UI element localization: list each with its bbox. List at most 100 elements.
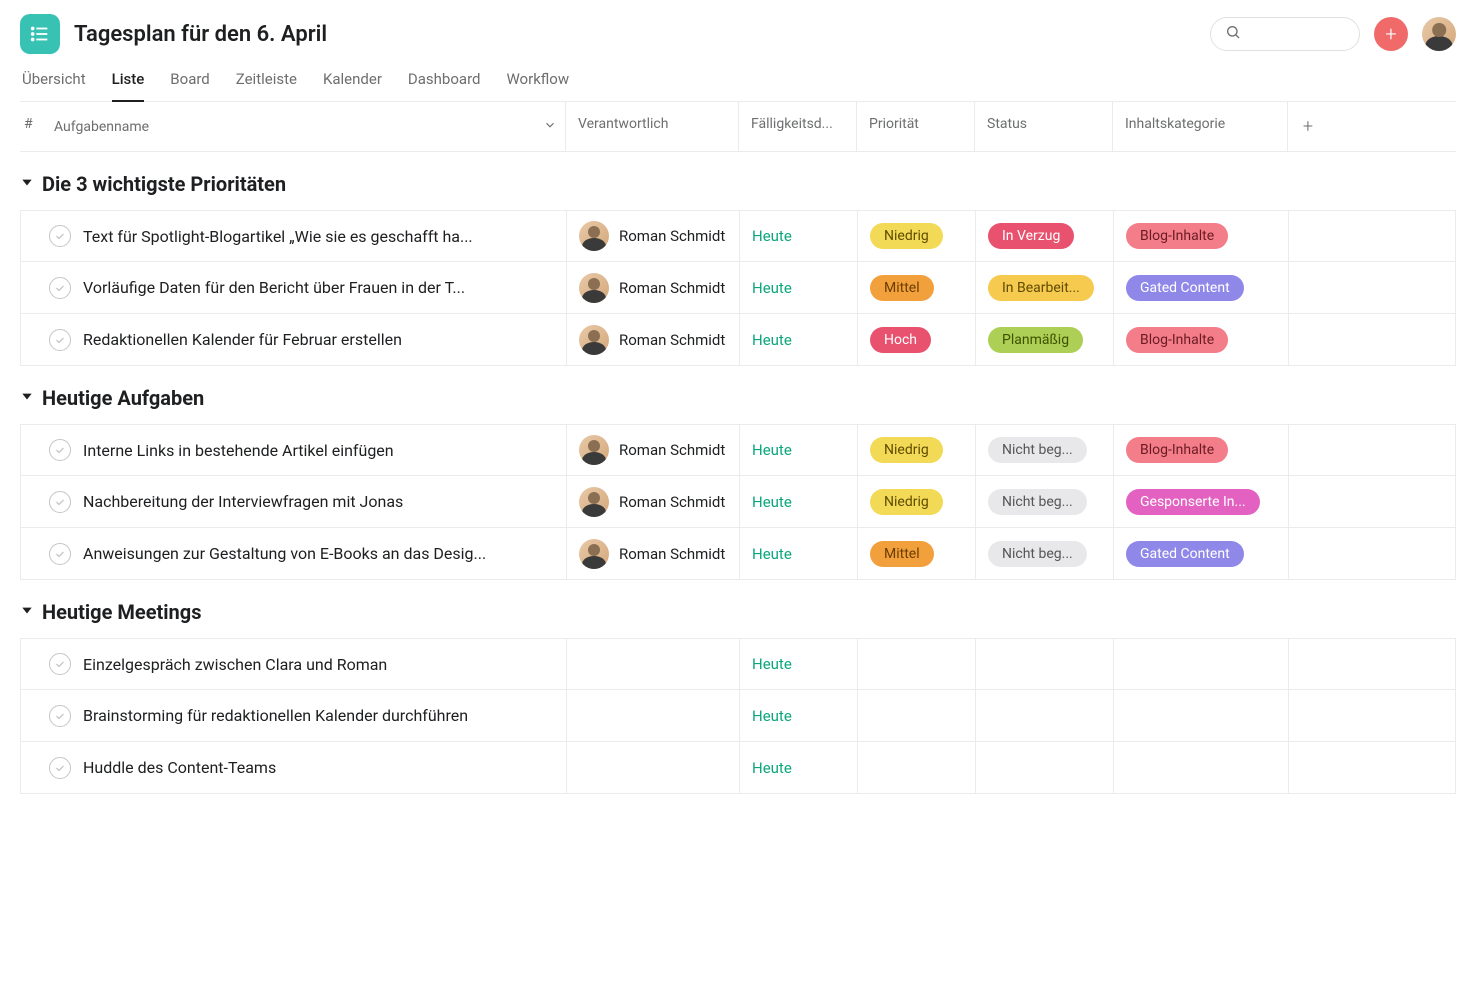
task-name[interactable]: Redaktionellen Kalender für Februar erst…	[83, 330, 402, 349]
assignee-name: Roman Schmidt	[619, 279, 725, 297]
category-cell[interactable]: Blog-Inhalte	[1114, 211, 1289, 261]
add-button[interactable]: +	[1374, 17, 1408, 51]
complete-check-icon[interactable]	[49, 491, 71, 513]
status-cell[interactable]: Planmäßig	[976, 314, 1114, 365]
section-title[interactable]: Heutige Meetings	[42, 600, 201, 624]
user-avatar[interactable]	[1422, 17, 1456, 51]
table-row[interactable]: Text für Spotlight-Blogartikel „Wie sie …	[20, 210, 1456, 262]
complete-check-icon[interactable]	[49, 439, 71, 461]
assignee-cell[interactable]: Roman Schmidt	[567, 314, 740, 365]
search-box[interactable]	[1210, 17, 1360, 51]
task-name[interactable]: Vorläufige Daten für den Bericht über Fr…	[83, 278, 465, 297]
table-row[interactable]: Interne Links in bestehende Artikel einf…	[20, 424, 1456, 476]
table-row[interactable]: Huddle des Content-Teams Heute	[20, 742, 1456, 794]
assignee-cell[interactable]	[567, 742, 740, 793]
due-cell[interactable]: Heute	[740, 314, 858, 365]
complete-check-icon[interactable]	[49, 329, 71, 351]
tab-timeline[interactable]: Zeitleiste	[236, 70, 297, 102]
section-title[interactable]: Heutige Aufgaben	[42, 386, 204, 410]
column-status[interactable]: Status	[975, 102, 1113, 151]
status-cell[interactable]	[976, 742, 1114, 793]
status-cell[interactable]: In Bearbeit...	[976, 262, 1114, 313]
category-cell[interactable]	[1114, 639, 1289, 689]
priority-cell[interactable]: Niedrig	[858, 211, 976, 261]
due-cell[interactable]: Heute	[740, 425, 858, 475]
task-name[interactable]: Huddle des Content-Teams	[83, 758, 276, 777]
assignee-cell[interactable]: Roman Schmidt	[567, 528, 740, 579]
priority-cell[interactable]	[858, 639, 976, 689]
section-toggle[interactable]	[20, 175, 34, 193]
tab-overview[interactable]: Übersicht	[22, 70, 86, 102]
assignee-cell[interactable]: Roman Schmidt	[567, 425, 740, 475]
assignee-cell[interactable]	[567, 639, 740, 689]
status-cell[interactable]: Nicht beg...	[976, 528, 1114, 579]
assignee-cell[interactable]: Roman Schmidt	[567, 476, 740, 527]
due-cell[interactable]: Heute	[740, 262, 858, 313]
task-name[interactable]: Text für Spotlight-Blogartikel „Wie sie …	[83, 227, 473, 246]
category-cell[interactable]	[1114, 742, 1289, 793]
column-assignee[interactable]: Verantwortlich	[566, 102, 739, 151]
page-title: Tagesplan für den 6. April	[74, 22, 1196, 47]
task-name[interactable]: Anweisungen zur Gestaltung von E-Books a…	[83, 544, 486, 563]
chevron-down-icon[interactable]	[543, 118, 557, 136]
priority-cell[interactable]: Mittel	[858, 528, 976, 579]
table-row[interactable]: Vorläufige Daten für den Bericht über Fr…	[20, 262, 1456, 314]
status-cell[interactable]: Nicht beg...	[976, 425, 1114, 475]
complete-check-icon[interactable]	[49, 225, 71, 247]
category-cell[interactable]	[1114, 690, 1289, 741]
category-cell[interactable]: Gesponserte In...	[1114, 476, 1289, 527]
tab-calendar[interactable]: Kalender	[323, 70, 382, 102]
assignee-name: Roman Schmidt	[619, 227, 725, 245]
due-cell[interactable]: Heute	[740, 528, 858, 579]
search-input[interactable]	[1247, 27, 1345, 42]
complete-check-icon[interactable]	[49, 277, 71, 299]
complete-check-icon[interactable]	[49, 543, 71, 565]
due-cell[interactable]: Heute	[740, 742, 858, 793]
complete-check-icon[interactable]	[49, 757, 71, 779]
due-cell[interactable]: Heute	[740, 690, 858, 741]
column-priority[interactable]: Priorität	[857, 102, 975, 151]
category-cell[interactable]: Blog-Inhalte	[1114, 425, 1289, 475]
assignee-cell[interactable]: Roman Schmidt	[567, 262, 740, 313]
table-row[interactable]: Einzelgespräch zwischen Clara und Roman H…	[20, 638, 1456, 690]
task-name[interactable]: Einzelgespräch zwischen Clara und Roman	[83, 655, 387, 674]
priority-cell[interactable]	[858, 742, 976, 793]
tab-list[interactable]: Liste	[112, 70, 145, 102]
table-row[interactable]: Redaktionellen Kalender für Februar erst…	[20, 314, 1456, 366]
tab-board[interactable]: Board	[170, 70, 209, 102]
category-cell[interactable]: Blog-Inhalte	[1114, 314, 1289, 365]
table-row[interactable]: Brainstorming für redaktionellen Kalende…	[20, 690, 1456, 742]
task-name[interactable]: Nachbereitung der Interviewfragen mit Jo…	[83, 492, 403, 511]
task-name[interactable]: Interne Links in bestehende Artikel einf…	[83, 441, 394, 460]
tab-workflow[interactable]: Workflow	[506, 70, 569, 102]
priority-cell[interactable]	[858, 690, 976, 741]
priority-cell[interactable]: Niedrig	[858, 476, 976, 527]
priority-cell[interactable]: Mittel	[858, 262, 976, 313]
column-due[interactable]: Fälligkeitsd...	[739, 102, 857, 151]
section-title[interactable]: Die 3 wichtigste Prioritäten	[42, 172, 286, 196]
complete-check-icon[interactable]	[49, 653, 71, 675]
add-column-button[interactable]: +	[1288, 102, 1328, 151]
tab-dashboard[interactable]: Dashboard	[408, 70, 481, 102]
assignee-cell[interactable]: Roman Schmidt	[567, 211, 740, 261]
column-task-name[interactable]: Aufgabenname	[46, 102, 566, 151]
status-cell[interactable]: Nicht beg...	[976, 476, 1114, 527]
priority-cell[interactable]: Hoch	[858, 314, 976, 365]
section-toggle[interactable]	[20, 603, 34, 621]
task-name[interactable]: Brainstorming für redaktionellen Kalende…	[83, 706, 468, 725]
status-cell[interactable]	[976, 639, 1114, 689]
due-cell[interactable]: Heute	[740, 639, 858, 689]
category-cell[interactable]: Gated Content	[1114, 262, 1289, 313]
status-cell[interactable]: In Verzug	[976, 211, 1114, 261]
table-row[interactable]: Nachbereitung der Interviewfragen mit Jo…	[20, 476, 1456, 528]
status-cell[interactable]	[976, 690, 1114, 741]
assignee-cell[interactable]	[567, 690, 740, 741]
column-category[interactable]: Inhaltskategorie	[1113, 102, 1288, 151]
priority-cell[interactable]: Niedrig	[858, 425, 976, 475]
category-cell[interactable]: Gated Content	[1114, 528, 1289, 579]
due-cell[interactable]: Heute	[740, 476, 858, 527]
complete-check-icon[interactable]	[49, 705, 71, 727]
table-row[interactable]: Anweisungen zur Gestaltung von E-Books a…	[20, 528, 1456, 580]
due-cell[interactable]: Heute	[740, 211, 858, 261]
section-toggle[interactable]	[20, 389, 34, 407]
